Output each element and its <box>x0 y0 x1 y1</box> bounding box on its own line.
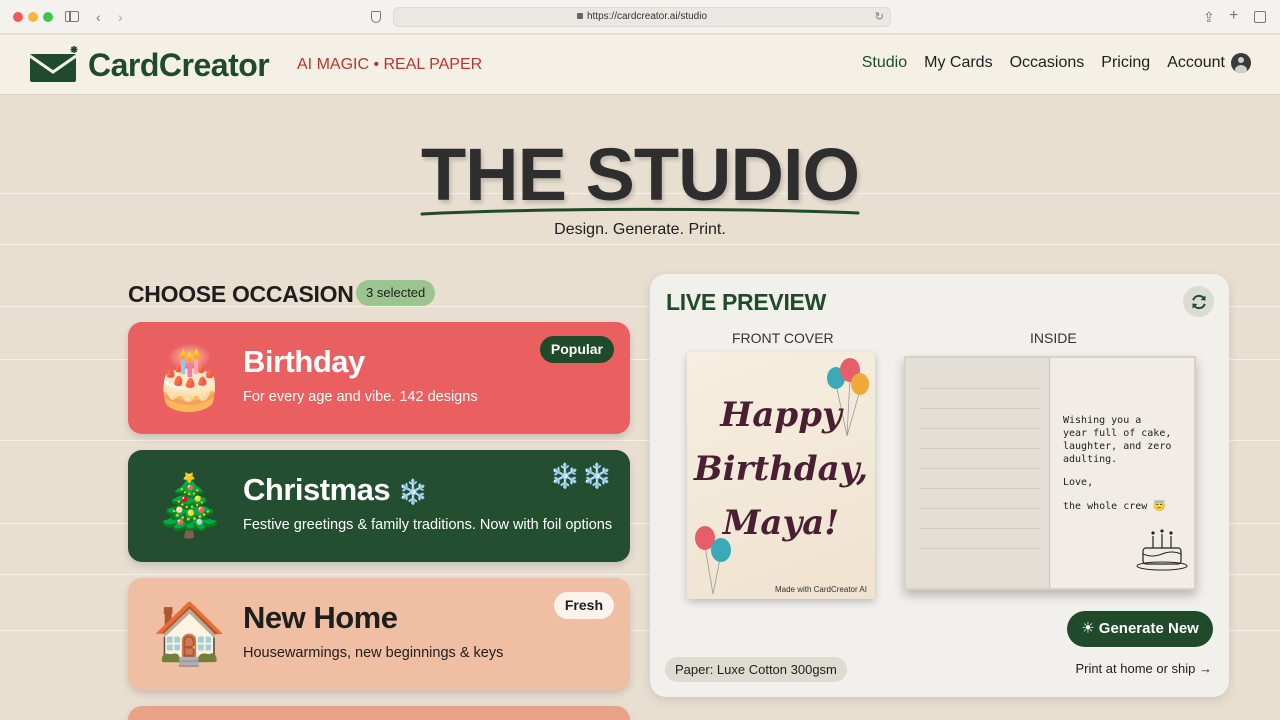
inside-right-page: Wishing you a year full of cake, laughte… <box>1051 358 1194 588</box>
ruled-line <box>920 388 1039 389</box>
avatar-icon[interactable] <box>1231 53 1251 73</box>
ruled-line <box>920 488 1039 489</box>
privacy-shield-icon[interactable] <box>371 11 381 23</box>
christmas-tree-icon: 🎄 <box>152 472 227 539</box>
nav-my-cards[interactable]: My Cards <box>924 54 992 72</box>
occasion-title: Birthday <box>243 344 365 379</box>
occasion-title: Christmas ❄️ <box>243 472 428 508</box>
ruled-line <box>920 468 1039 469</box>
live-preview-panel: LIVE PREVIEW FRONT COVER INSIDE Happy Bi <box>650 274 1229 697</box>
greeting-line: Birthday, <box>693 449 869 489</box>
reload-icon[interactable]: ↻ <box>875 10 884 23</box>
lock-icon <box>576 13 583 19</box>
occasion-title-text: Christmas <box>243 472 391 507</box>
maximize-window-button[interactable] <box>43 12 53 22</box>
section-title: CHOOSE OCCASION <box>128 281 354 307</box>
inside-left-page <box>906 358 1050 588</box>
house-icon: 🏠 <box>152 600 227 667</box>
occasion-card-new-home[interactable]: 🏠 New Home Housewarmings, new beginnings… <box>128 578 630 690</box>
back-icon[interactable]: ‹ <box>96 8 101 26</box>
refresh-button[interactable] <box>1183 286 1214 317</box>
nav-studio[interactable]: Studio <box>862 54 907 72</box>
background-line <box>0 244 1280 245</box>
generate-new-button[interactable]: ☀ Generate New <box>1067 611 1213 647</box>
ruled-line <box>920 548 1039 549</box>
greeting-line: Happy <box>720 395 842 435</box>
fresh-badge: Fresh <box>553 592 614 619</box>
birthday-cake-icon: 🎂 <box>152 344 227 411</box>
share-icon[interactable]: ⇪ <box>1203 8 1215 26</box>
snowflake-icon: ❄️ <box>398 479 428 506</box>
inside-signoff: Love, <box>1063 477 1094 488</box>
ruled-line <box>920 408 1039 409</box>
cake-sketch-icon <box>1136 529 1188 571</box>
sidebar-toggle-icon[interactable] <box>65 11 79 22</box>
title-underline <box>420 207 860 216</box>
nav-account[interactable]: Account <box>1167 54 1225 72</box>
paper-type-badge[interactable]: Paper: Luxe Cotton 300gsm <box>665 657 847 682</box>
sparkle-icon: ☀ <box>1081 620 1099 637</box>
occasion-card-partial[interactable] <box>128 706 630 720</box>
forward-icon[interactable]: › <box>118 8 123 26</box>
tagline: AI MAGIC • REAL PAPER <box>297 56 483 73</box>
browser-toolbar: ‹ › https://cardcreator.ai/studio ↻ ⇪ + <box>0 0 1280 34</box>
inside-message: Wishing you a year full of cake, laughte… <box>1063 415 1172 465</box>
popular-badge: Popular <box>539 336 614 363</box>
envelope-logo-icon[interactable] <box>29 44 83 84</box>
print-or-ship-link[interactable]: Print at home or ship → <box>1075 661 1212 676</box>
front-cover-label: FRONT COVER <box>732 330 834 346</box>
greeting-line: Maya! <box>722 503 840 543</box>
front-cover-preview[interactable]: Happy Birthday, Maya! Made with CardCrea… <box>687 352 875 599</box>
url-text: https://cardcreator.ai/studio <box>586 11 708 22</box>
nav-occasions[interactable]: Occasions <box>1010 54 1085 72</box>
front-cover-greeting: Happy Birthday, Maya! <box>687 388 875 550</box>
made-with-footer: Made with CardCreator AI <box>774 585 867 594</box>
ruled-line <box>920 528 1039 529</box>
nav-pricing[interactable]: Pricing <box>1101 54 1150 72</box>
occasion-card-christmas[interactable]: 🎄 Christmas ❄️ Festive greetings & famil… <box>128 450 630 562</box>
refresh-icon <box>1191 294 1206 309</box>
inside-signature: the whole crew 😇 <box>1063 501 1166 512</box>
occasion-description: Festive greetings & family traditions. N… <box>243 517 613 533</box>
ruled-line <box>920 508 1039 509</box>
generate-label: Generate New <box>1098 620 1199 637</box>
ruled-line <box>920 448 1039 449</box>
page-subtitle: Design. Generate. Print. <box>554 221 726 238</box>
occasion-title: New Home <box>243 600 398 635</box>
occasion-card-birthday[interactable]: 🎂 Birthday For every age and vibe. 142 d… <box>128 322 630 434</box>
preview-title: LIVE PREVIEW <box>666 289 826 315</box>
selected-count-badge: 3 selected <box>356 280 436 306</box>
inside-preview[interactable]: Wishing you a year full of cake, laughte… <box>904 356 1196 590</box>
main-nav: Studio My Cards Occasions Pricing Accoun… <box>845 53 1251 73</box>
occasion-description: Housewarmings, new beginnings & keys <box>243 645 504 661</box>
inside-label: INSIDE <box>1030 330 1077 346</box>
page-title: THE STUDIO <box>420 133 860 216</box>
minimize-window-button[interactable] <box>28 12 38 22</box>
brand-name[interactable]: CardCreator <box>88 47 270 84</box>
close-window-button[interactable] <box>13 12 23 22</box>
site-header: CardCreator AI MAGIC • REAL PAPER Studio… <box>0 35 1280 95</box>
address-bar[interactable]: https://cardcreator.ai/studio ↻ <box>393 7 891 27</box>
tab-overview-icon[interactable] <box>1254 11 1266 23</box>
snowflake-badge-icon: ❄️❄️ <box>550 463 614 490</box>
occasion-description: For every age and vibe. 142 designs <box>243 389 478 405</box>
ruled-line <box>920 428 1039 429</box>
new-tab-icon[interactable]: + <box>1229 7 1238 25</box>
